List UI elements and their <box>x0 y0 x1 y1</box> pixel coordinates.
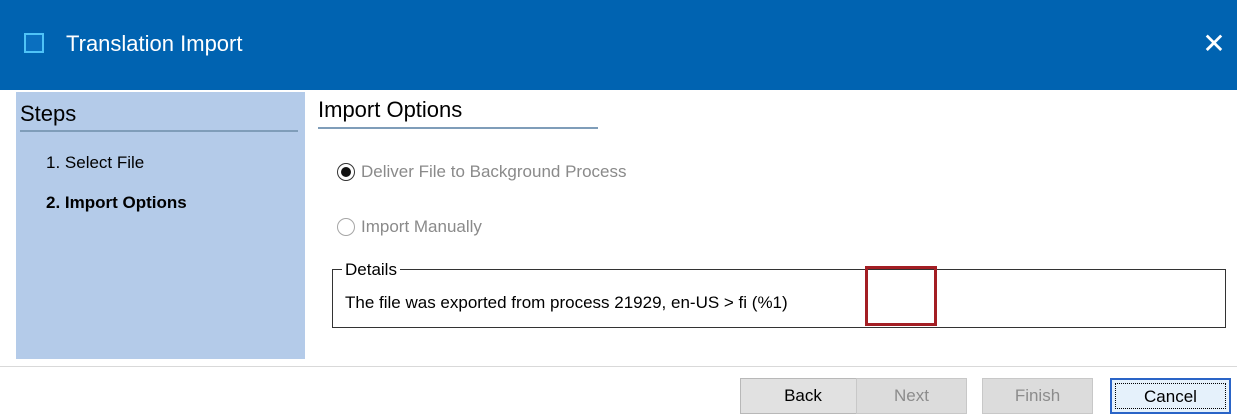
radio-label: Import Manually <box>361 217 482 236</box>
finish-button[interactable]: Finish <box>982 378 1093 414</box>
close-icon: ✕ <box>1202 28 1226 59</box>
page-title-divider <box>318 127 598 129</box>
radio-label: Deliver File to Background Process <box>361 162 627 181</box>
button-bar-divider <box>0 366 1237 367</box>
window-title: Translation Import <box>66 31 243 56</box>
title-bar: Translation Import ✕ <box>0 0 1237 90</box>
cancel-button-label: Cancel <box>1144 387 1197 406</box>
step-import-options: 2. Import Options <box>46 193 187 212</box>
back-button-label: Back <box>784 386 822 405</box>
cancel-button[interactable]: Cancel <box>1110 378 1231 414</box>
details-legend: Details <box>342 260 400 280</box>
next-button-label: Next <box>894 386 929 405</box>
radio-unchecked-icon <box>337 218 355 236</box>
back-button[interactable]: Back <box>740 378 866 414</box>
page-title: Import Options <box>318 97 463 122</box>
steps-divider <box>20 130 298 132</box>
app-icon <box>24 33 44 53</box>
details-text: The file was exported from process 21929… <box>345 293 788 312</box>
steps-panel: Steps 1. Select File 2. Import Options <box>16 92 305 359</box>
radio-deliver-background[interactable]: Deliver File to Background Process <box>337 159 627 185</box>
highlight-annotation <box>865 266 937 326</box>
close-button[interactable]: ✕ <box>1196 24 1232 64</box>
finish-button-label: Finish <box>1014 386 1061 405</box>
step-select-file: 1. Select File <box>46 153 145 172</box>
radio-checked-icon <box>337 163 355 181</box>
radio-import-manually[interactable]: Import Manually <box>337 214 482 240</box>
steps-heading: Steps <box>20 101 77 126</box>
next-button[interactable]: Next <box>856 378 967 414</box>
